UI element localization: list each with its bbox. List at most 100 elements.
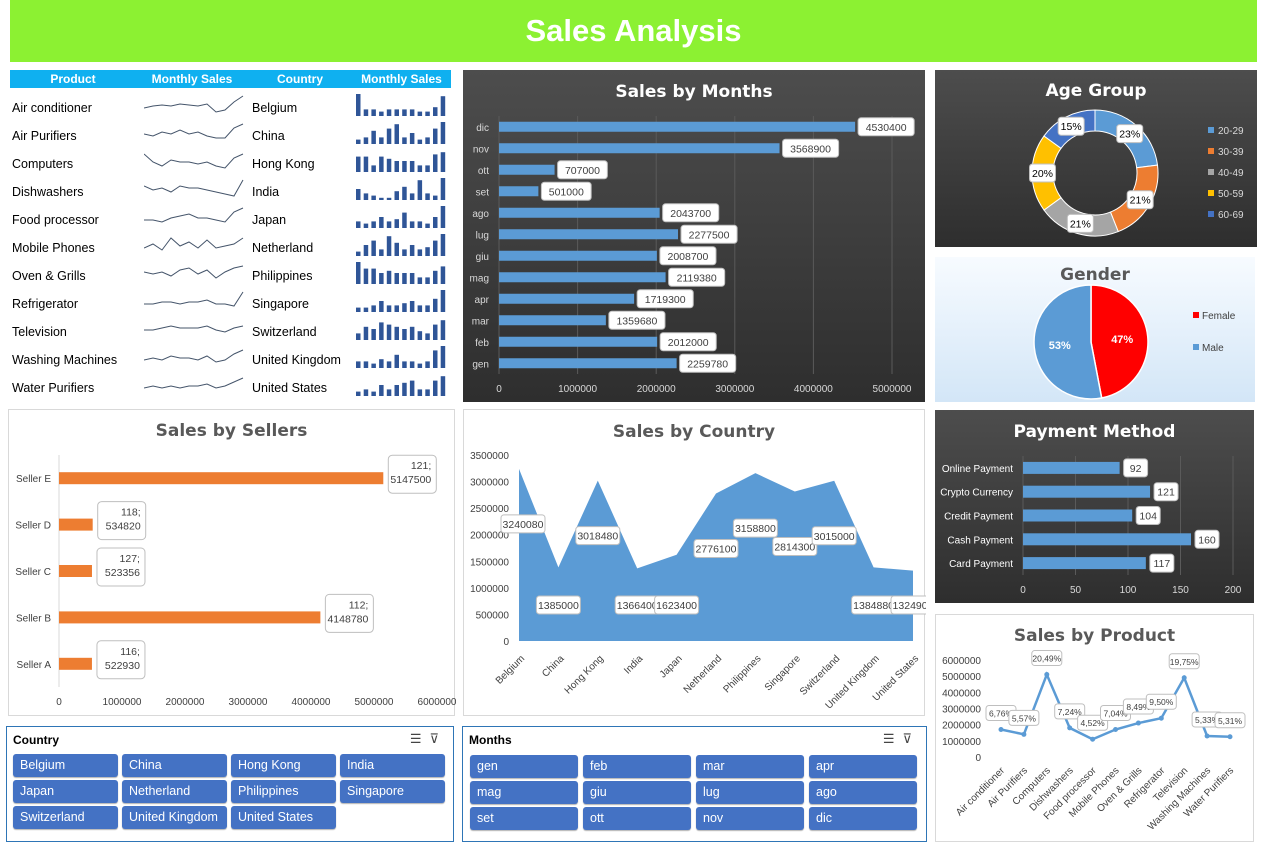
country-x-tick: Belgium bbox=[494, 653, 527, 686]
product-sparkline bbox=[144, 179, 244, 197]
months-y-tick: dic bbox=[476, 123, 489, 134]
payment-x-tick: 50 bbox=[1070, 585, 1082, 596]
country-slicer: Country ☰⊽ Belgium China Hong Kong India Jap… bbox=[6, 726, 454, 842]
country-row-label: Netherland bbox=[252, 241, 314, 255]
product-y-tick: 5000000 bbox=[942, 672, 981, 683]
country-row-label: Belgium bbox=[252, 101, 298, 115]
country-slicer-item[interactable]: Singapore bbox=[340, 780, 445, 803]
months-x-tick: 2000000 bbox=[637, 384, 676, 395]
months-slicer-item[interactable]: nov bbox=[696, 807, 804, 830]
product-point bbox=[998, 727, 1004, 733]
sellers-data-label: 522930 bbox=[105, 660, 140, 672]
sellers-data-label: 112; bbox=[349, 599, 369, 611]
months-data-label: 1359680 bbox=[616, 315, 657, 327]
months-slicer-item[interactable]: mag bbox=[470, 781, 578, 804]
months-bar bbox=[499, 229, 679, 240]
country-slicer-item[interactable]: Hong Kong bbox=[231, 754, 336, 777]
months-slicer-item[interactable]: dic bbox=[809, 807, 917, 830]
country-x-tick: India bbox=[622, 653, 645, 676]
product-row-label: Washing Machines bbox=[12, 353, 118, 367]
country-data-label: 3018480 bbox=[577, 531, 618, 543]
product-row-label: Oven & Grills bbox=[12, 269, 86, 283]
gender-data-label: 53% bbox=[1049, 340, 1071, 352]
clear-filter-icon[interactable]: ⊽ bbox=[429, 731, 447, 746]
product-row-label: Computers bbox=[12, 157, 74, 171]
product-point bbox=[1090, 736, 1096, 742]
age-data-label: 21% bbox=[1070, 218, 1091, 230]
product-row-label: Television bbox=[12, 325, 67, 339]
country-x-tick: Philippines bbox=[722, 653, 764, 695]
age-data-label: 21% bbox=[1130, 195, 1151, 207]
sellers-y-tick: Seller B bbox=[16, 613, 51, 624]
country-row-label: Japan bbox=[252, 213, 287, 227]
sellers-data-label: 121; bbox=[411, 460, 431, 472]
sales-by-country-panel: Sales by Country 0 500000 1000000 1500000 20… bbox=[463, 409, 926, 716]
country-slicer-item[interactable]: Japan bbox=[13, 780, 118, 803]
multi-select-icon[interactable]: ☰ bbox=[883, 731, 903, 746]
months-data-label: 1719300 bbox=[645, 294, 686, 306]
payment-x-tick: 0 bbox=[1020, 585, 1026, 596]
country-row-label: United Kingdom bbox=[252, 353, 341, 367]
country-data-label: 1385000 bbox=[538, 600, 579, 612]
months-slicer-item[interactable]: feb bbox=[583, 755, 691, 778]
months-slicer-item[interactable]: apr bbox=[809, 755, 917, 778]
country-slicer-item[interactable]: Switzerland bbox=[13, 806, 118, 829]
payment-bar bbox=[1023, 461, 1120, 474]
months-data-label: 2119380 bbox=[677, 272, 717, 284]
product-point bbox=[1227, 734, 1233, 740]
months-slicer-item[interactable]: ott bbox=[583, 807, 691, 830]
months-slicer-item[interactable]: mar bbox=[696, 755, 804, 778]
payment-bar bbox=[1023, 533, 1191, 546]
product-data-label: 5,31% bbox=[1218, 716, 1243, 726]
country-y-tick: 2500000 bbox=[470, 504, 509, 515]
country-slicer-item[interactable]: United Kingdom bbox=[122, 806, 227, 829]
payment-x-tick: 100 bbox=[1120, 585, 1137, 596]
product-data-label: 19,75% bbox=[1170, 657, 1199, 667]
country-row-label: China bbox=[252, 129, 285, 143]
months-bar bbox=[499, 186, 539, 197]
months-slicer-item[interactable]: set bbox=[470, 807, 578, 830]
country-sparkline bbox=[356, 94, 446, 116]
months-y-tick: feb bbox=[475, 338, 489, 349]
country-slicer-item[interactable]: China bbox=[122, 754, 227, 777]
months-slicer-item[interactable]: ago bbox=[809, 781, 917, 804]
country-data-label: 3015000 bbox=[814, 531, 855, 543]
country-slicer-item[interactable]: India bbox=[340, 754, 445, 777]
multi-select-icon[interactable]: ☰ bbox=[410, 731, 430, 746]
gender-chart: 47% Female 53% Male bbox=[1033, 284, 1236, 400]
months-slicer-item[interactable]: lug bbox=[696, 781, 804, 804]
product-sparkline bbox=[144, 207, 244, 223]
months-data-label: 2043700 bbox=[670, 208, 711, 220]
country-slicer-item[interactable]: Philippines bbox=[231, 780, 336, 803]
sellers-bar bbox=[59, 565, 92, 577]
age-legend-label: 40-49 bbox=[1218, 168, 1244, 179]
months-data-label: 2012000 bbox=[668, 337, 709, 349]
product-y-tick: 3000000 bbox=[942, 705, 981, 716]
sellers-y-tick: Seller D bbox=[15, 521, 51, 532]
sellers-data-label: 534820 bbox=[106, 521, 141, 533]
product-sparkline bbox=[144, 349, 244, 363]
dashboard-title: Sales Analysis bbox=[10, 0, 1257, 62]
months-x-tick: 4000000 bbox=[794, 384, 833, 395]
payment-y-tick: Card Payment bbox=[949, 559, 1013, 570]
country-sparkline bbox=[356, 152, 446, 172]
age-legend-label: 50-59 bbox=[1218, 189, 1244, 200]
product-sparkline bbox=[144, 153, 244, 169]
age-legend-swatch bbox=[1208, 148, 1214, 154]
months-x-tick: 0 bbox=[496, 384, 502, 395]
country-slicer-item[interactable]: United States bbox=[231, 806, 336, 829]
country-slicer-item[interactable]: Netherland bbox=[122, 780, 227, 803]
clear-filter-icon[interactable]: ⊽ bbox=[902, 731, 920, 746]
sellers-data-label: 118; bbox=[121, 507, 141, 519]
country-data-label: 1384880 bbox=[853, 600, 894, 612]
months-slicer-item[interactable]: gen bbox=[470, 755, 578, 778]
country-slicer-item[interactable]: Belgium bbox=[13, 754, 118, 777]
sellers-x-tick: 0 bbox=[56, 697, 62, 708]
product-point bbox=[1044, 672, 1050, 678]
months-slicer-item[interactable]: giu bbox=[583, 781, 691, 804]
months-y-tick: giu bbox=[476, 252, 489, 263]
product-y-tick: 6000000 bbox=[942, 656, 981, 667]
months-bar bbox=[499, 293, 635, 304]
months-bar bbox=[499, 272, 666, 283]
country-row-label: Singapore bbox=[252, 297, 309, 311]
